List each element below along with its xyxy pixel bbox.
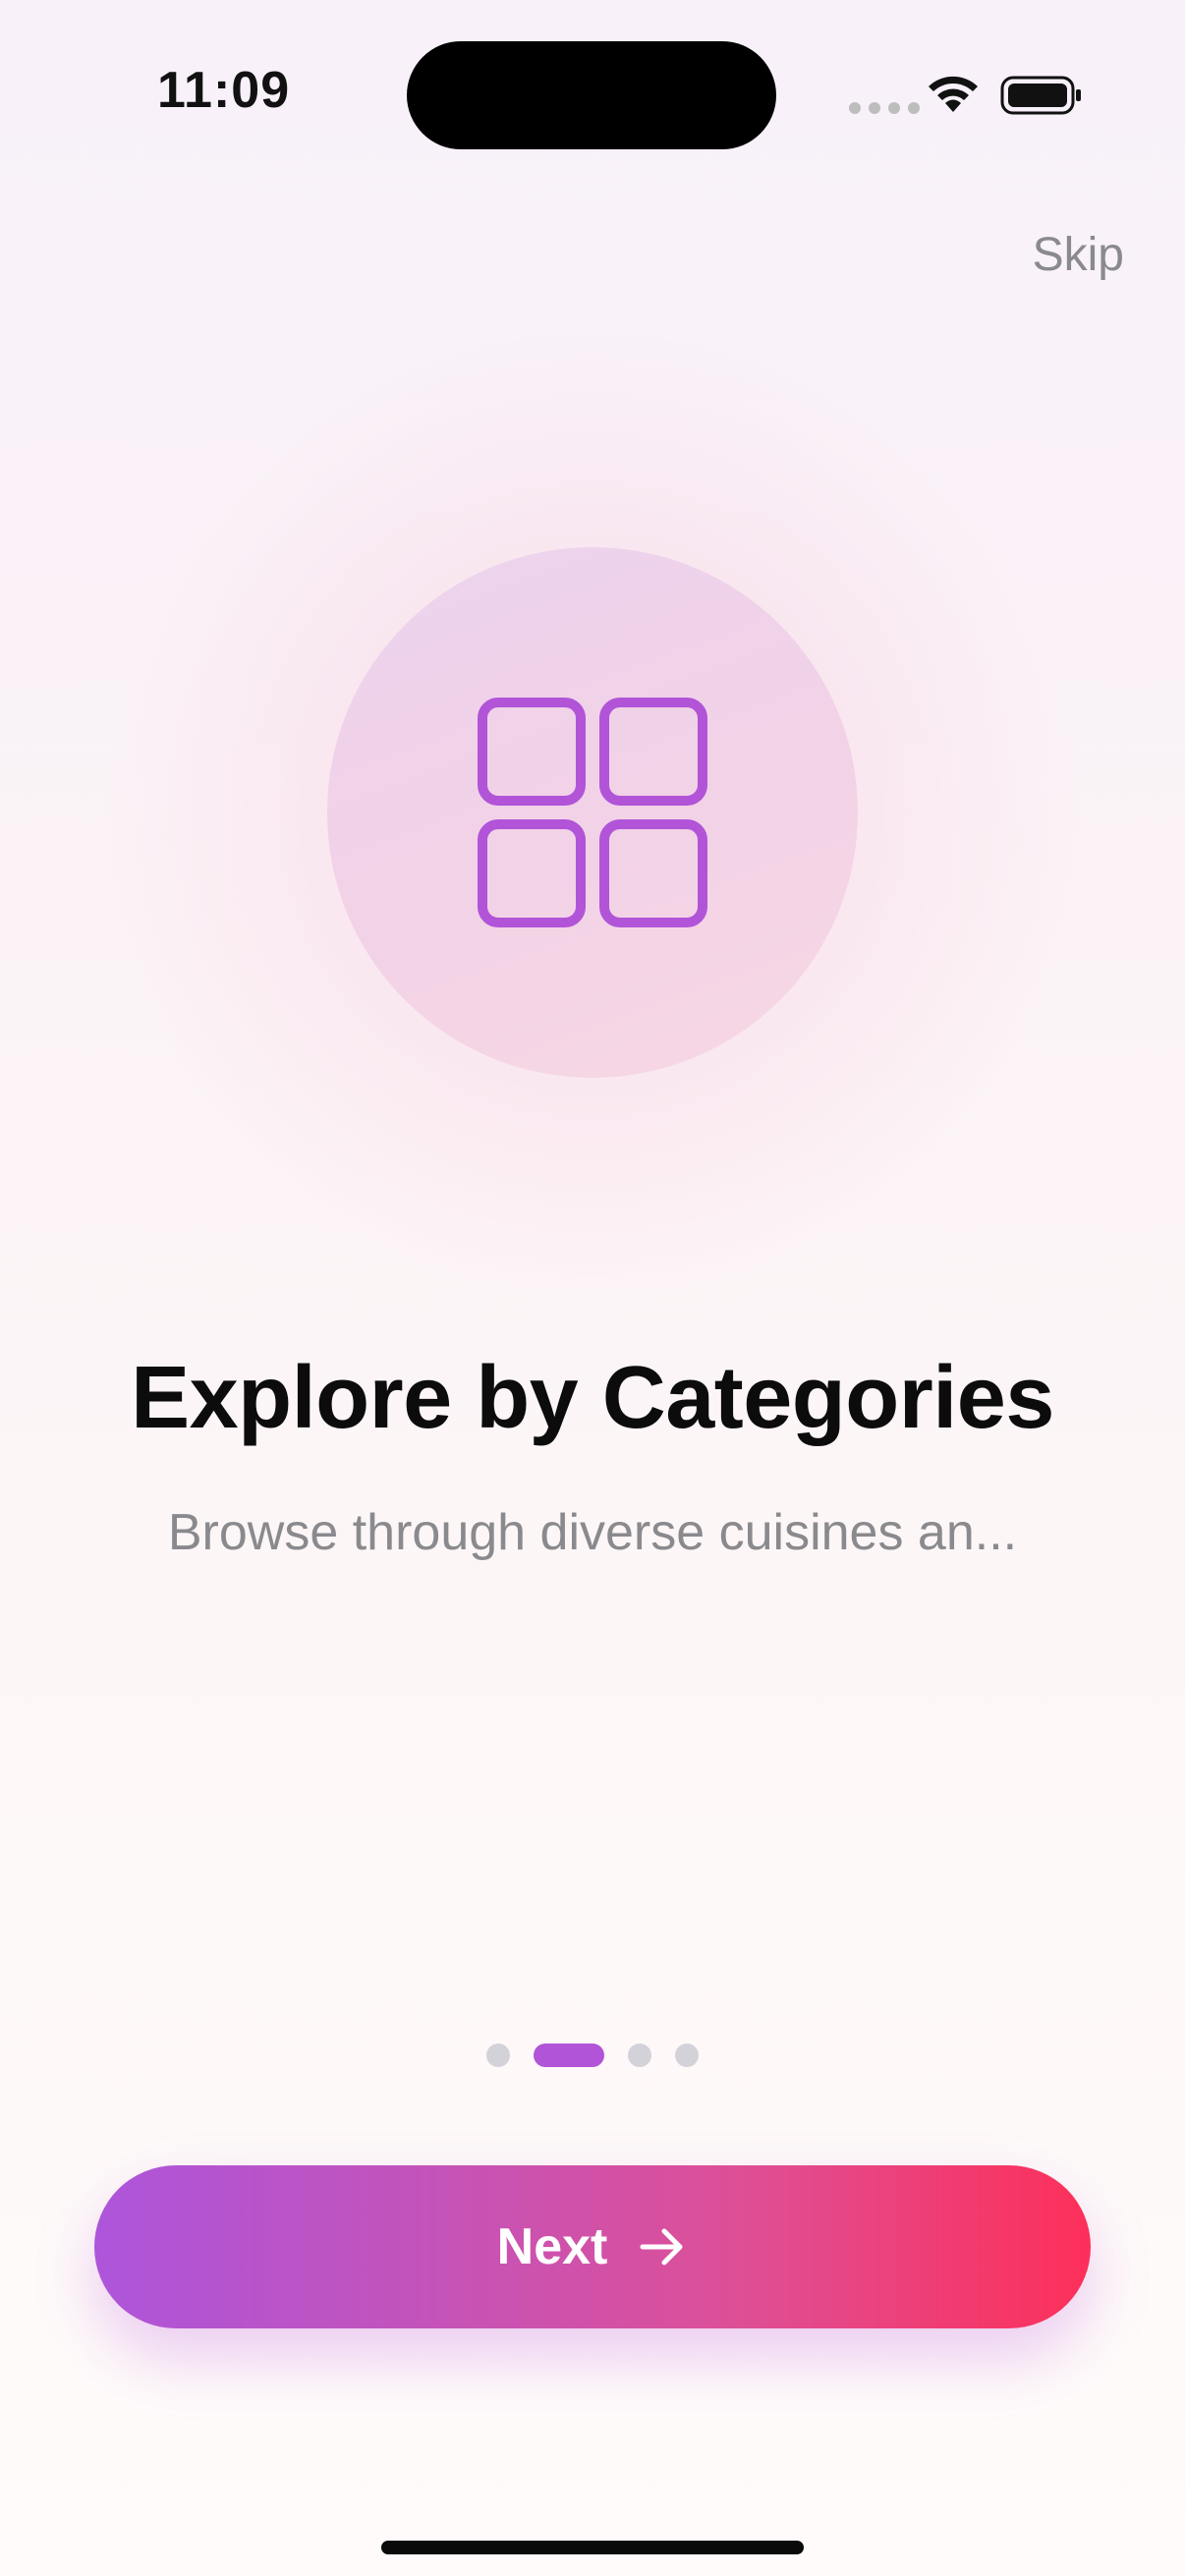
page-subtitle: Browse through diverse cuisines an... bbox=[167, 1504, 1018, 1561]
cellular-signal-icon bbox=[849, 102, 920, 114]
page-dot-3[interactable] bbox=[628, 2044, 651, 2067]
status-time: 11:09 bbox=[157, 62, 291, 119]
arrow-right-icon bbox=[640, 2228, 683, 2266]
page-dot-4[interactable] bbox=[675, 2044, 699, 2067]
next-button-label: Next bbox=[496, 2218, 608, 2275]
home-indicator bbox=[381, 2541, 804, 2554]
grid-icon bbox=[478, 698, 707, 927]
page-dot-1[interactable] bbox=[486, 2044, 510, 2067]
skip-button[interactable]: Skip bbox=[1033, 228, 1124, 282]
dynamic-island bbox=[407, 41, 776, 149]
page-indicator bbox=[0, 2044, 1185, 2067]
page-title: Explore by Categories bbox=[131, 1349, 1054, 1447]
page-dot-2-active[interactable] bbox=[534, 2044, 604, 2067]
next-button[interactable]: Next bbox=[94, 2165, 1091, 2328]
onboarding-screen: 11:09 Skip Explore by Categories Browse … bbox=[0, 0, 1185, 2576]
wifi-icon bbox=[929, 76, 978, 112]
battery-icon bbox=[1000, 76, 1081, 115]
